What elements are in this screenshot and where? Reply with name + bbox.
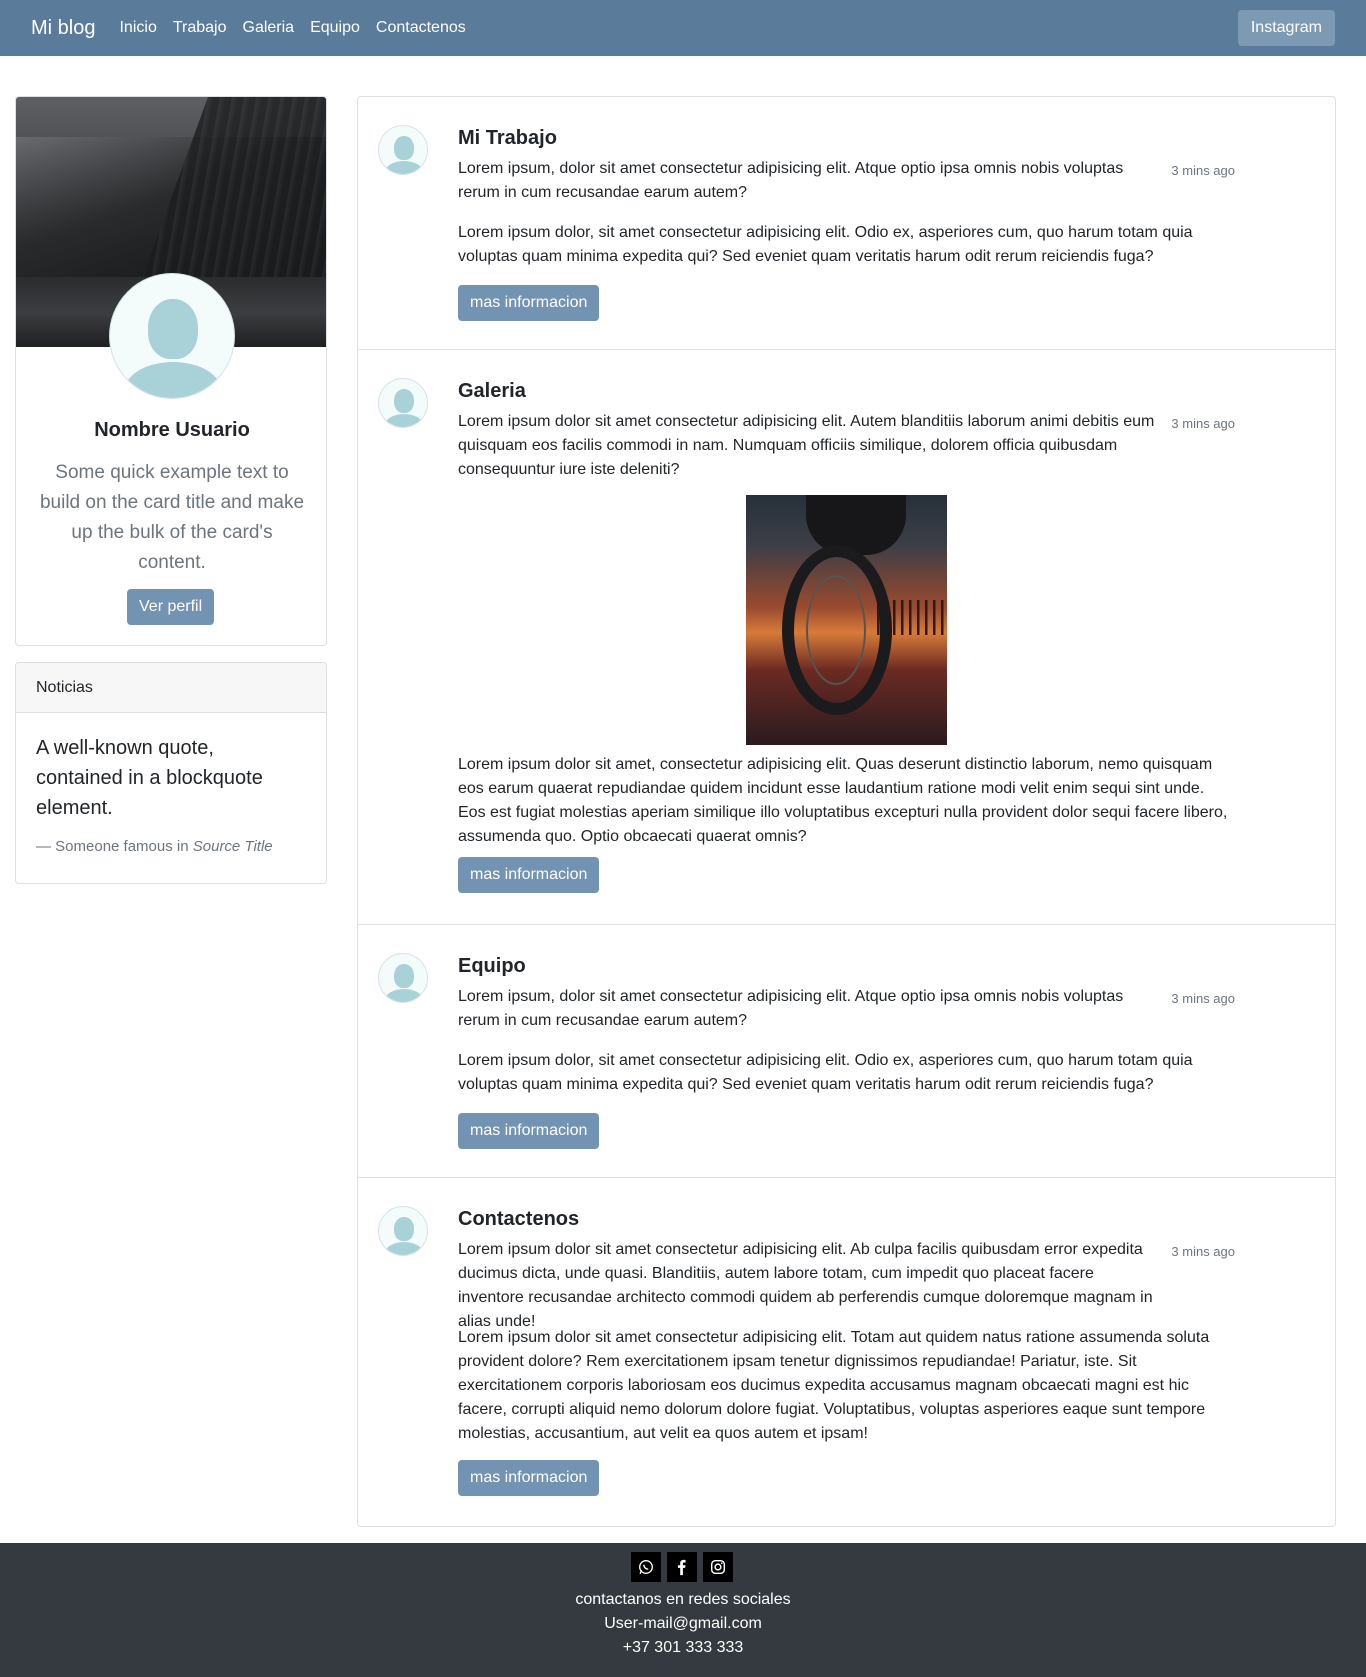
avatar bbox=[109, 273, 235, 399]
post-equipo: Equipo 3 mins ago Lorem ipsum, dolor sit… bbox=[358, 925, 1335, 1178]
social-icons bbox=[631, 1552, 739, 1582]
profile-name: Nombre Usuario bbox=[94, 419, 250, 441]
whatsapp-icon[interactable] bbox=[631, 1552, 661, 1582]
post-avatar bbox=[378, 1206, 428, 1256]
instagram-icon[interactable] bbox=[703, 1552, 733, 1582]
post-paragraph: Lorem ipsum dolor, sit amet consectetur … bbox=[458, 224, 1193, 265]
post-contactenos: Contactenos 3 mins ago Lorem ipsum dolor… bbox=[358, 1178, 1335, 1526]
post-paragraph: Lorem ipsum, dolor sit amet consectetur … bbox=[458, 160, 1124, 201]
post-timestamp: 3 mins ago bbox=[1171, 1244, 1235, 1259]
profile-text: Some quick example text to build on the … bbox=[39, 462, 305, 573]
nav-link-inicio[interactable]: Inicio bbox=[119, 19, 156, 37]
news-card: Noticias A well-known quote, contained i… bbox=[15, 662, 327, 884]
post-timestamp: 3 mins ago bbox=[1171, 163, 1235, 178]
post-paragraph: Lorem ipsum dolor, sit amet consectetur … bbox=[458, 1052, 1193, 1093]
instagram-button[interactable]: Instagram bbox=[1237, 10, 1335, 46]
view-profile-button[interactable]: Ver perfil bbox=[127, 589, 215, 625]
news-quote-footer: — Someone famous in Source Title bbox=[16, 823, 326, 855]
footer: contactanos en redes sociales User-mail@… bbox=[0, 1543, 1366, 1677]
bike-photo bbox=[746, 495, 947, 745]
post-paragraph: Lorem ipsum dolor sit amet consectetur a… bbox=[458, 1329, 1210, 1442]
more-info-button[interactable]: mas informacion bbox=[458, 1113, 600, 1149]
news-header: Noticias bbox=[16, 663, 326, 713]
nav-link-galeria[interactable]: Galeria bbox=[243, 19, 295, 37]
post-title: Mi Trabajo bbox=[458, 127, 557, 149]
post-paragraph: Lorem ipsum, dolor sit amet consectetur … bbox=[458, 988, 1124, 1029]
post-paragraph: Lorem ipsum dolor sit amet consectetur a… bbox=[458, 413, 1155, 478]
post-galeria: Galeria 3 mins ago Lorem ipsum dolor sit… bbox=[358, 350, 1335, 925]
post-timestamp: 3 mins ago bbox=[1171, 416, 1235, 431]
post-title: Galeria bbox=[458, 380, 526, 402]
more-info-button[interactable]: mas informacion bbox=[458, 857, 600, 893]
nav-link-equipo[interactable]: Equipo bbox=[310, 19, 360, 37]
post-paragraph: Lorem ipsum dolor sit amet, consectetur … bbox=[458, 756, 1228, 845]
more-info-button[interactable]: mas informacion bbox=[458, 1460, 600, 1496]
more-info-button[interactable]: mas informacion bbox=[458, 285, 600, 321]
post-paragraph: Lorem ipsum dolor sit amet consectetur a… bbox=[458, 1241, 1153, 1330]
nav-link-trabajo[interactable]: Trabajo bbox=[173, 19, 227, 37]
post-title: Equipo bbox=[458, 955, 526, 977]
nav-link-contactenos[interactable]: Contactenos bbox=[376, 19, 466, 37]
post-mi-trabajo: Mi Trabajo 3 mins ago Lorem ipsum, dolor… bbox=[358, 97, 1335, 350]
brand-link[interactable]: Mi blog bbox=[31, 17, 95, 40]
profile-card: Nombre Usuario Some quick example text t… bbox=[15, 96, 327, 646]
post-avatar bbox=[378, 125, 428, 175]
footer-email: User-mail@gmail.com bbox=[604, 1615, 762, 1632]
post-feed: Mi Trabajo 3 mins ago Lorem ipsum, dolor… bbox=[357, 96, 1336, 1527]
quote-author: — Someone famous in bbox=[36, 838, 193, 855]
quote-source: Source Title bbox=[192, 838, 273, 855]
post-timestamp: 3 mins ago bbox=[1171, 991, 1235, 1006]
post-title: Contactenos bbox=[458, 1208, 580, 1230]
nav-links: Inicio Trabajo Galeria Equipo Contacteno… bbox=[119, 19, 481, 37]
news-quote: A well-known quote, contained in a block… bbox=[36, 737, 263, 819]
footer-social-text: contactanos en redes sociales bbox=[575, 1591, 791, 1608]
facebook-icon[interactable] bbox=[667, 1552, 697, 1582]
navbar: Mi blog Inicio Trabajo Galeria Equipo Co… bbox=[0, 0, 1366, 56]
footer-phone: +37 301 333 333 bbox=[622, 1639, 744, 1656]
post-avatar bbox=[378, 378, 428, 428]
post-avatar bbox=[378, 953, 428, 1003]
